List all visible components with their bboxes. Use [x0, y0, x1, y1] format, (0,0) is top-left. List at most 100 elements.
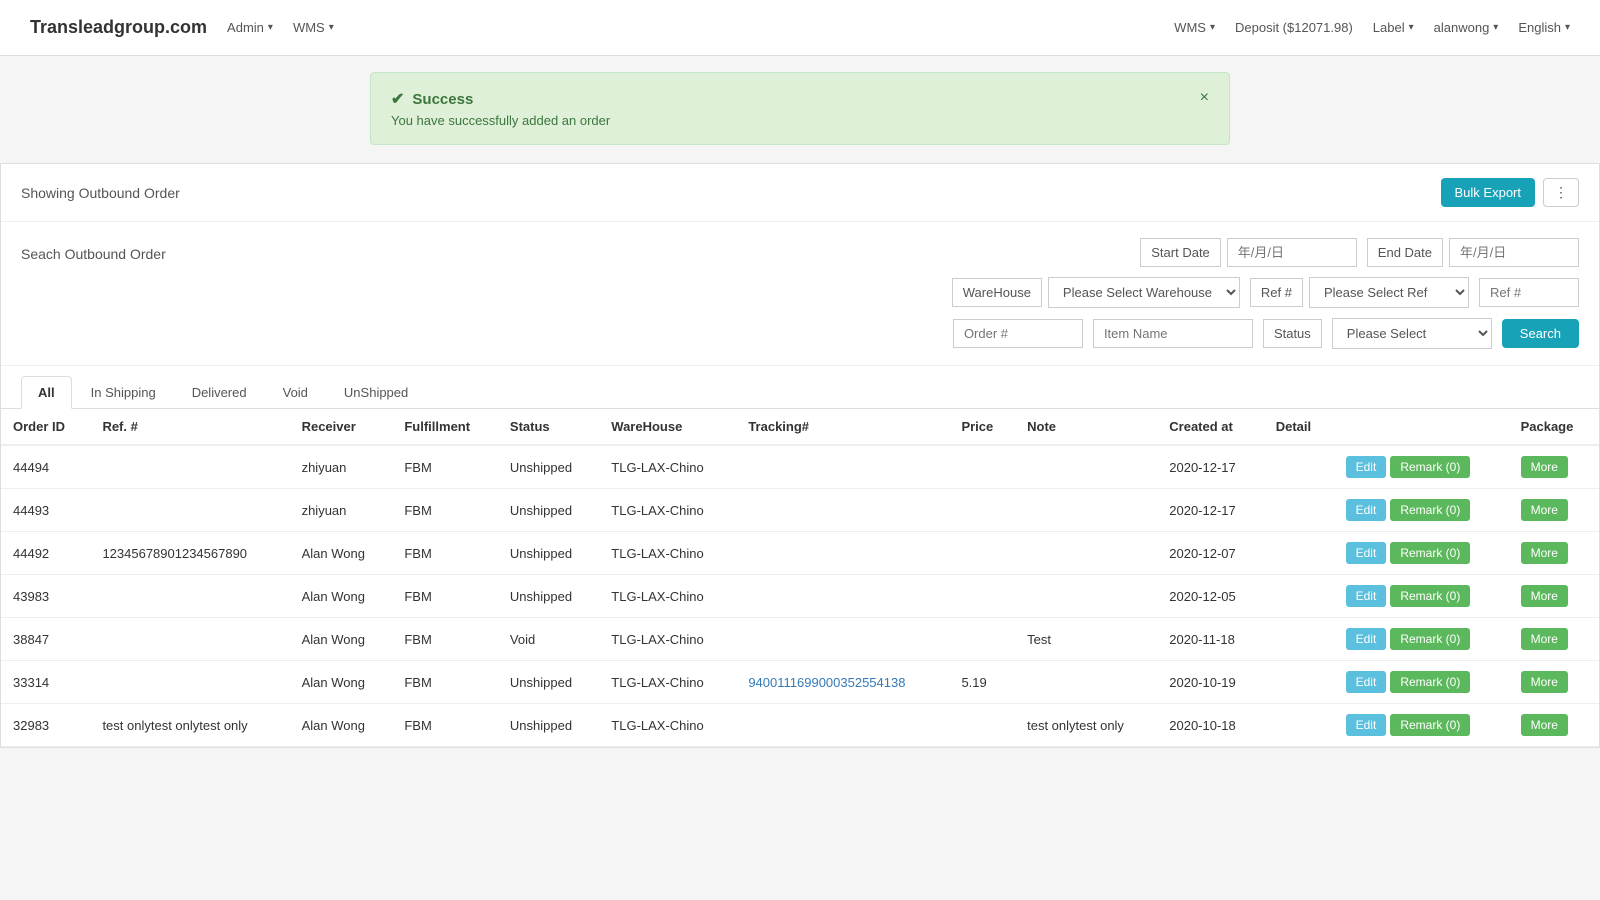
col-actions: [1334, 409, 1509, 445]
cell-note: test onlytest only: [1015, 704, 1157, 747]
tab-unshipped[interactable]: UnShipped: [327, 376, 425, 408]
nav-wms-right[interactable]: WMS ▾: [1174, 20, 1215, 35]
more-button[interactable]: More: [1521, 542, 1568, 564]
nav-user[interactable]: alanwong ▾: [1434, 20, 1499, 35]
cell-created-at: 2020-12-07: [1157, 532, 1263, 575]
alert-success: ✔ Success You have successfully added an…: [370, 72, 1230, 145]
cell-price: [949, 575, 1015, 618]
more-button[interactable]: More: [1521, 714, 1568, 736]
cell-note: [1015, 489, 1157, 532]
warehouse-select[interactable]: Please Select Warehouse: [1048, 277, 1240, 308]
cell-ref: [90, 661, 289, 704]
search-button[interactable]: Search: [1502, 319, 1579, 348]
cell-order-id: 44494: [1, 445, 90, 489]
cell-detail: [1264, 445, 1334, 489]
cell-warehouse: TLG-LAX-Chino: [599, 575, 736, 618]
cell-receiver: zhiyuan: [290, 489, 393, 532]
tracking-link[interactable]: 9400111699000352554138: [748, 675, 905, 690]
table-row: 44493 zhiyuan FBM Unshipped TLG-LAX-Chin…: [1, 489, 1599, 532]
cell-actions: Edit Remark (0): [1334, 489, 1509, 532]
cell-detail: [1264, 532, 1334, 575]
item-name-input[interactable]: [1093, 319, 1253, 348]
edit-button[interactable]: Edit: [1346, 671, 1387, 693]
remark-button[interactable]: Remark (0): [1390, 628, 1470, 650]
cell-detail: [1264, 661, 1334, 704]
search-row-dates: Start Date End Date: [186, 238, 1579, 267]
cell-tracking: [736, 575, 949, 618]
edit-button[interactable]: Edit: [1346, 499, 1387, 521]
cell-note: [1015, 532, 1157, 575]
page-title: Showing Outbound Order: [21, 185, 180, 201]
more-button[interactable]: More: [1521, 456, 1568, 478]
edit-button[interactable]: Edit: [1346, 585, 1387, 607]
cell-package: More: [1509, 532, 1599, 575]
cell-order-id: 44492: [1, 532, 90, 575]
remark-button[interactable]: Remark (0): [1390, 499, 1470, 521]
cell-package: More: [1509, 575, 1599, 618]
nav-language[interactable]: English ▾: [1518, 20, 1570, 35]
cell-receiver: Alan Wong: [290, 575, 393, 618]
ref-input[interactable]: [1479, 278, 1579, 307]
col-tracking: Tracking#: [736, 409, 949, 445]
cell-actions: Edit Remark (0): [1334, 618, 1509, 661]
cell-tracking: [736, 618, 949, 661]
alert-message: You have successfully added an order: [391, 113, 610, 128]
edit-button[interactable]: Edit: [1346, 714, 1387, 736]
edit-button[interactable]: Edit: [1346, 628, 1387, 650]
cell-status: Unshipped: [498, 489, 599, 532]
cell-warehouse: TLG-LAX-Chino: [599, 489, 736, 532]
nav-wms-left[interactable]: WMS ▾: [293, 20, 334, 35]
more-options-button[interactable]: ⋮: [1543, 178, 1579, 207]
cell-created-at: 2020-12-05: [1157, 575, 1263, 618]
remark-button[interactable]: Remark (0): [1390, 585, 1470, 607]
navbar-left: Transleadgroup.com Admin ▾ WMS ▾: [30, 17, 334, 38]
remark-button[interactable]: Remark (0): [1390, 714, 1470, 736]
ref-group: Ref # Please Select Ref: [1250, 277, 1469, 308]
cell-ref: 12345678901234567890: [90, 532, 289, 575]
ref-select[interactable]: Please Select Ref: [1309, 277, 1469, 308]
nav-admin[interactable]: Admin ▾: [227, 20, 273, 35]
navbar-right: WMS ▾ Deposit ($12071.98) Label ▾ alanwo…: [1174, 20, 1570, 35]
col-warehouse: WareHouse: [599, 409, 736, 445]
cell-receiver: Alan Wong: [290, 618, 393, 661]
start-date-group: Start Date: [1140, 238, 1357, 267]
col-detail: Detail: [1264, 409, 1334, 445]
start-date-input[interactable]: [1227, 238, 1357, 267]
end-date-input[interactable]: [1449, 238, 1579, 267]
more-button[interactable]: More: [1521, 628, 1568, 650]
cell-detail: [1264, 489, 1334, 532]
cell-price: [949, 618, 1015, 661]
cell-note: [1015, 661, 1157, 704]
more-button[interactable]: More: [1521, 499, 1568, 521]
remark-button[interactable]: Remark (0): [1390, 542, 1470, 564]
cell-package: More: [1509, 704, 1599, 747]
bulk-export-button[interactable]: Bulk Export: [1441, 178, 1535, 207]
edit-button[interactable]: Edit: [1346, 542, 1387, 564]
order-input[interactable]: [953, 319, 1083, 348]
edit-button[interactable]: Edit: [1346, 456, 1387, 478]
table-header-row: Order ID Ref. # Receiver Fulfillment Sta…: [1, 409, 1599, 445]
cell-receiver: Alan Wong: [290, 532, 393, 575]
more-button[interactable]: More: [1521, 585, 1568, 607]
col-order-id: Order ID: [1, 409, 90, 445]
cell-tracking: [736, 704, 949, 747]
tab-void[interactable]: Void: [266, 376, 325, 408]
alert-content: ✔ Success You have successfully added an…: [391, 89, 610, 128]
more-button[interactable]: More: [1521, 671, 1568, 693]
remark-button[interactable]: Remark (0): [1390, 671, 1470, 693]
main-content: Showing Outbound Order Bulk Export ⋮ Sea…: [0, 163, 1600, 748]
alert-title: ✔ Success: [391, 89, 610, 109]
tab-delivered[interactable]: Delivered: [175, 376, 264, 408]
nav-deposit[interactable]: Deposit ($12071.98): [1235, 20, 1353, 35]
alert-close-button[interactable]: ×: [1200, 89, 1209, 107]
col-package: Package: [1509, 409, 1599, 445]
status-select[interactable]: Please Select: [1332, 318, 1492, 349]
cell-warehouse: TLG-LAX-Chino: [599, 661, 736, 704]
cell-status: Unshipped: [498, 532, 599, 575]
nav-label[interactable]: Label ▾: [1373, 20, 1414, 35]
tab-in-shipping[interactable]: In Shipping: [74, 376, 173, 408]
tab-all[interactable]: All: [21, 376, 72, 409]
cell-created-at: 2020-12-17: [1157, 489, 1263, 532]
remark-button[interactable]: Remark (0): [1390, 456, 1470, 478]
cell-tracking: [736, 445, 949, 489]
